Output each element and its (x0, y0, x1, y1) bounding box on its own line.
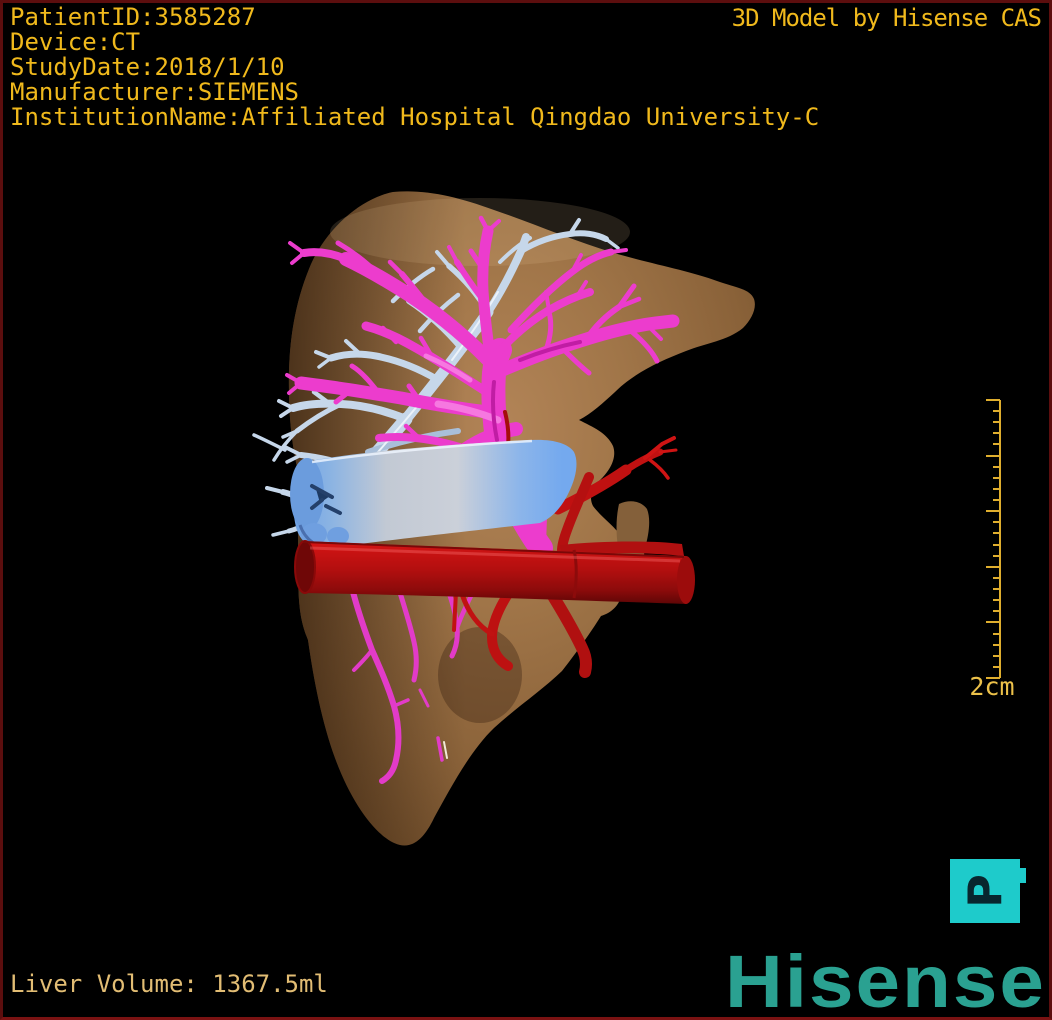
patient-info-block: PatientID:3585287 Device:CT StudyDate:20… (10, 5, 819, 130)
orientation-marker-tab (1020, 868, 1026, 883)
liver-volume-label: Liver Volume: 1367.5ml (10, 970, 328, 998)
scale-label: 2cm (969, 672, 1015, 701)
scale-ruler (986, 399, 1001, 679)
cas-3d-viewer-window: PatientID:3585287 Device:CT StudyDate:20… (0, 0, 1052, 1020)
liver-3d-scene (252, 191, 755, 846)
study-date: StudyDate:2018/1/10 (10, 53, 285, 81)
device: Device:CT (10, 28, 141, 56)
hisense-logo: Hisense (725, 939, 1046, 1020)
model-viewport[interactable] (3, 3, 1049, 1017)
model-title: 3D Model by Hisense CAS (731, 4, 1042, 32)
institution-name: InstitutionName:Affiliated Hospital Qing… (10, 103, 820, 131)
manufacturer: Manufacturer:SIEMENS (10, 78, 299, 106)
ruler-ticks (986, 399, 1001, 679)
orientation-marker: P (950, 859, 1020, 923)
patient-id: PatientID:3585287 (10, 3, 256, 31)
orientation-marker-letter: P (958, 874, 1012, 908)
